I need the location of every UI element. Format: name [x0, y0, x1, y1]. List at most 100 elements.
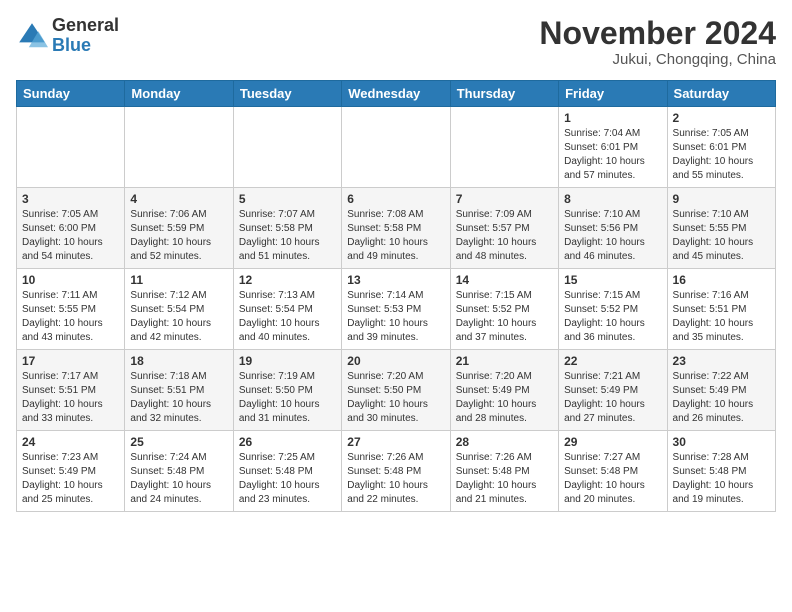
day-info: Sunrise: 7:05 AM Sunset: 6:00 PM Dayligh… [22, 208, 119, 264]
day-number: 23 [673, 354, 770, 368]
day-cell: 12Sunrise: 7:13 AM Sunset: 5:54 PM Dayli… [233, 269, 341, 350]
day-info: Sunrise: 7:19 AM Sunset: 5:50 PM Dayligh… [239, 370, 336, 426]
day-info: Sunrise: 7:22 AM Sunset: 5:49 PM Dayligh… [673, 370, 770, 426]
day-cell: 15 Sunrise: 7:15 AM Sunset: 5:52 PM Dayli… [559, 269, 667, 350]
title-block: November 2024 Jukui, Chongqing, China [539, 16, 776, 68]
day-number: 16 [673, 273, 770, 287]
logo-icon [16, 20, 48, 52]
day-cell: 6Sunrise: 7:08 AM Sunset: 5:58 PM Daylig… [342, 188, 450, 269]
week-row-1: 1 Sunrise: 7:04 AM Sunset: 6:01 PM Daylig… [17, 107, 776, 188]
day-number: 1 [564, 111, 661, 125]
day-info: Sunrise: 7:28 AM Sunset: 5:48 PM Dayligh… [673, 451, 770, 507]
day-info: Sunrise: 7:07 AM Sunset: 5:58 PM Dayligh… [239, 208, 336, 264]
day-cell [450, 107, 558, 188]
day-number: 24 [22, 435, 119, 449]
day-cell: 28 Sunrise: 7:26 AM Sunset: 5:48 PM Dayli… [450, 431, 558, 512]
calendar: SundayMondayTuesdayWednesdayThursdayFrid… [16, 80, 776, 512]
month-title: November 2024 [539, 16, 776, 51]
day-cell: 21 Sunrise: 7:20 AM Sunset: 5:49 PM Dayli… [450, 350, 558, 431]
day-info: Sunrise: 7:11 AM Sunset: 5:55 PM Dayligh… [22, 289, 119, 345]
day-cell: 30 Sunrise: 7:28 AM Sunset: 5:48 PM Dayli… [667, 431, 775, 512]
day-number: 10 [22, 273, 119, 287]
day-cell: 10 Sunrise: 7:11 AM Sunset: 5:55 PM Dayli… [17, 269, 125, 350]
day-number: 13 [347, 273, 444, 287]
day-cell: 1 Sunrise: 7:04 AM Sunset: 6:01 PM Daylig… [559, 107, 667, 188]
day-number: 5 [239, 192, 336, 206]
day-cell: 13 Sunrise: 7:14 AM Sunset: 5:53 PM Dayli… [342, 269, 450, 350]
day-cell: 27Sunrise: 7:26 AM Sunset: 5:48 PM Dayli… [342, 431, 450, 512]
day-info: Sunrise: 7:20 AM Sunset: 5:49 PM Dayligh… [456, 370, 553, 426]
day-info: Sunrise: 7:04 AM Sunset: 6:01 PM Dayligh… [564, 127, 661, 183]
day-info: Sunrise: 7:14 AM Sunset: 5:53 PM Dayligh… [347, 289, 444, 345]
day-number: 30 [673, 435, 770, 449]
day-number: 29 [564, 435, 661, 449]
day-info: Sunrise: 7:24 AM Sunset: 5:48 PM Dayligh… [130, 451, 227, 507]
day-number: 15 [564, 273, 661, 287]
logo: General Blue [16, 16, 119, 56]
day-cell [125, 107, 233, 188]
weekday-header-sunday: Sunday [17, 81, 125, 107]
day-number: 18 [130, 354, 227, 368]
day-number: 21 [456, 354, 553, 368]
day-cell [233, 107, 341, 188]
day-info: Sunrise: 7:23 AM Sunset: 5:49 PM Dayligh… [22, 451, 119, 507]
weekday-header-row: SundayMondayTuesdayWednesdayThursdayFrid… [17, 81, 776, 107]
day-cell [342, 107, 450, 188]
day-number: 6 [347, 192, 444, 206]
day-number: 27 [347, 435, 444, 449]
day-cell: 5 Sunrise: 7:07 AM Sunset: 5:58 PM Daylig… [233, 188, 341, 269]
day-info: Sunrise: 7:20 AM Sunset: 5:50 PM Dayligh… [347, 370, 444, 426]
day-number: 9 [673, 192, 770, 206]
header: General Blue November 2024 Jukui, Chongq… [16, 16, 776, 68]
day-number: 12 [239, 273, 336, 287]
week-row-2: 3 Sunrise: 7:05 AM Sunset: 6:00 PM Daylig… [17, 188, 776, 269]
day-cell: 24 Sunrise: 7:23 AM Sunset: 5:49 PM Dayli… [17, 431, 125, 512]
logo-text: General Blue [52, 16, 119, 56]
day-info: Sunrise: 7:06 AM Sunset: 5:59 PM Dayligh… [130, 208, 227, 264]
page: General Blue November 2024 Jukui, Chongq… [0, 0, 792, 522]
day-cell: 18 Sunrise: 7:18 AM Sunset: 5:51 PM Dayli… [125, 350, 233, 431]
day-number: 22 [564, 354, 661, 368]
day-number: 25 [130, 435, 227, 449]
week-row-3: 10 Sunrise: 7:11 AM Sunset: 5:55 PM Dayli… [17, 269, 776, 350]
weekday-header-friday: Friday [559, 81, 667, 107]
weekday-header-thursday: Thursday [450, 81, 558, 107]
day-info: Sunrise: 7:10 AM Sunset: 5:56 PM Dayligh… [564, 208, 661, 264]
day-number: 11 [130, 273, 227, 287]
day-cell: 22 Sunrise: 7:21 AM Sunset: 5:49 PM Dayli… [559, 350, 667, 431]
day-cell: 26Sunrise: 7:25 AM Sunset: 5:48 PM Dayli… [233, 431, 341, 512]
day-cell: 25 Sunrise: 7:24 AM Sunset: 5:48 PM Dayli… [125, 431, 233, 512]
day-number: 3 [22, 192, 119, 206]
day-info: Sunrise: 7:15 AM Sunset: 5:52 PM Dayligh… [564, 289, 661, 345]
day-cell: 23 Sunrise: 7:22 AM Sunset: 5:49 PM Dayli… [667, 350, 775, 431]
day-cell: 16 Sunrise: 7:16 AM Sunset: 5:51 PM Dayli… [667, 269, 775, 350]
day-cell: 17 Sunrise: 7:17 AM Sunset: 5:51 PM Dayli… [17, 350, 125, 431]
day-number: 17 [22, 354, 119, 368]
day-cell: 2 Sunrise: 7:05 AM Sunset: 6:01 PM Daylig… [667, 107, 775, 188]
day-cell: 11 Sunrise: 7:12 AM Sunset: 5:54 PM Dayli… [125, 269, 233, 350]
day-cell: 3 Sunrise: 7:05 AM Sunset: 6:00 PM Daylig… [17, 188, 125, 269]
weekday-header-saturday: Saturday [667, 81, 775, 107]
day-info: Sunrise: 7:12 AM Sunset: 5:54 PM Dayligh… [130, 289, 227, 345]
day-info: Sunrise: 7:17 AM Sunset: 5:51 PM Dayligh… [22, 370, 119, 426]
day-info: Sunrise: 7:09 AM Sunset: 5:57 PM Dayligh… [456, 208, 553, 264]
weekday-header-wednesday: Wednesday [342, 81, 450, 107]
day-info: Sunrise: 7:21 AM Sunset: 5:49 PM Dayligh… [564, 370, 661, 426]
day-info: Sunrise: 7:26 AM Sunset: 5:48 PM Dayligh… [456, 451, 553, 507]
day-info: Sunrise: 7:27 AM Sunset: 5:48 PM Dayligh… [564, 451, 661, 507]
day-cell: 20Sunrise: 7:20 AM Sunset: 5:50 PM Dayli… [342, 350, 450, 431]
day-info: Sunrise: 7:15 AM Sunset: 5:52 PM Dayligh… [456, 289, 553, 345]
day-info: Sunrise: 7:05 AM Sunset: 6:01 PM Dayligh… [673, 127, 770, 183]
day-number: 28 [456, 435, 553, 449]
day-info: Sunrise: 7:16 AM Sunset: 5:51 PM Dayligh… [673, 289, 770, 345]
day-number: 2 [673, 111, 770, 125]
logo-blue: Blue [52, 36, 119, 56]
weekday-header-tuesday: Tuesday [233, 81, 341, 107]
week-row-5: 24 Sunrise: 7:23 AM Sunset: 5:49 PM Dayli… [17, 431, 776, 512]
day-cell: 8Sunrise: 7:10 AM Sunset: 5:56 PM Daylig… [559, 188, 667, 269]
day-number: 26 [239, 435, 336, 449]
day-number: 4 [130, 192, 227, 206]
day-cell: 7Sunrise: 7:09 AM Sunset: 5:57 PM Daylig… [450, 188, 558, 269]
day-info: Sunrise: 7:18 AM Sunset: 5:51 PM Dayligh… [130, 370, 227, 426]
day-info: Sunrise: 7:10 AM Sunset: 5:55 PM Dayligh… [673, 208, 770, 264]
